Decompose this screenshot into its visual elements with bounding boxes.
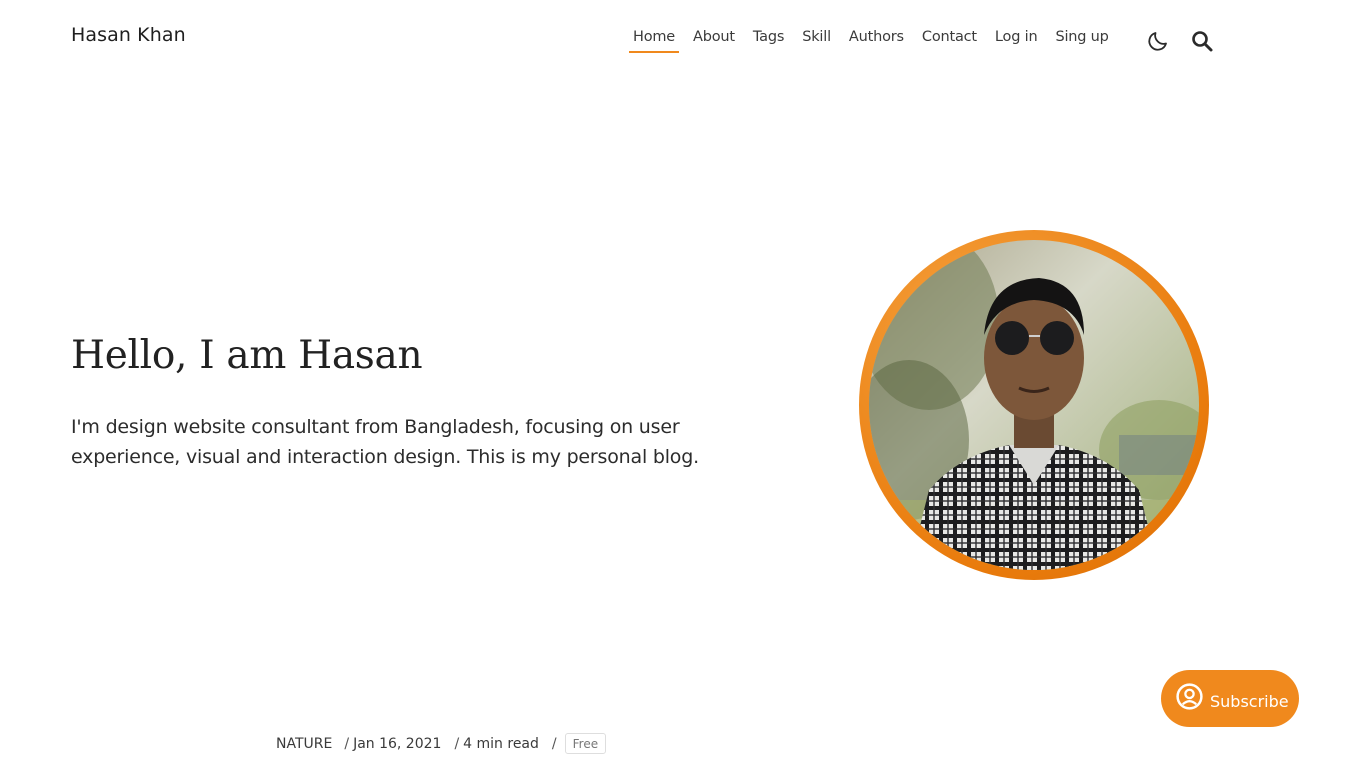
meta-separator: / <box>551 735 557 752</box>
moon-icon[interactable] <box>1146 29 1170 53</box>
avatar-frame <box>859 230 1209 580</box>
nav-log-in[interactable]: Log in <box>991 27 1042 53</box>
site-title[interactable]: Hasan Khan <box>71 24 186 46</box>
nav-authors[interactable]: Authors <box>845 27 908 53</box>
meta-separator: / <box>454 735 460 752</box>
read-time: 4 min read <box>463 735 539 752</box>
subscribe-label: Subscribe <box>1210 692 1289 711</box>
meta-separator: / <box>344 735 350 752</box>
user-circle-icon <box>1175 682 1204 715</box>
hero-description: I'm design website consultant from Bangl… <box>71 416 699 468</box>
post-date: Jan 16, 2021 <box>353 735 442 752</box>
search-icon[interactable] <box>1190 29 1214 53</box>
main-nav: Home About Tags Skill Authors Contact Lo… <box>629 27 1123 53</box>
nav-skill[interactable]: Skill <box>798 27 835 53</box>
nav-home[interactable]: Home <box>629 27 680 53</box>
hero-title: Hello, I am Hasan <box>71 333 423 378</box>
nav-contact[interactable]: Contact <box>918 27 981 53</box>
subscribe-button[interactable]: Subscribe <box>1161 670 1299 727</box>
post-meta: NATURE / Jan 16, 2021 / 4 min read / Fre… <box>276 733 607 754</box>
nav-sign-up[interactable]: Sing up <box>1051 27 1112 53</box>
nav-tags[interactable]: Tags <box>749 27 788 53</box>
access-badge: Free <box>564 733 607 754</box>
nav-about[interactable]: About <box>689 27 739 53</box>
avatar <box>869 240 1199 570</box>
post-tag[interactable]: NATURE <box>276 736 332 752</box>
